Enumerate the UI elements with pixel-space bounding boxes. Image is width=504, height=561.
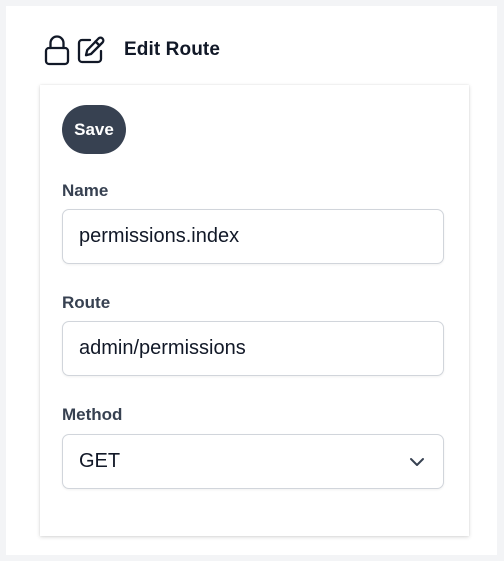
method-selected-value: GET bbox=[79, 450, 121, 472]
route-input[interactable] bbox=[79, 337, 427, 360]
page-title: Edit Route bbox=[124, 39, 220, 60]
chevron-down-icon bbox=[407, 452, 427, 472]
route-label: Route bbox=[62, 293, 111, 312]
edit-route-panel: Edit Route Save Name Route Method GET bbox=[6, 6, 497, 555]
name-field-box bbox=[62, 209, 444, 264]
name-label: Name bbox=[62, 181, 109, 200]
route-field-box bbox=[62, 321, 444, 376]
method-label: Method bbox=[62, 405, 123, 424]
name-input[interactable] bbox=[79, 225, 427, 248]
lock-icon bbox=[42, 32, 72, 68]
route-form-card: Save Name Route Method GET bbox=[40, 85, 469, 536]
save-button[interactable]: Save bbox=[62, 105, 126, 154]
page-header: Edit Route bbox=[42, 30, 220, 70]
method-select[interactable]: GET bbox=[62, 434, 444, 489]
pencil-square-icon[interactable] bbox=[74, 33, 108, 67]
